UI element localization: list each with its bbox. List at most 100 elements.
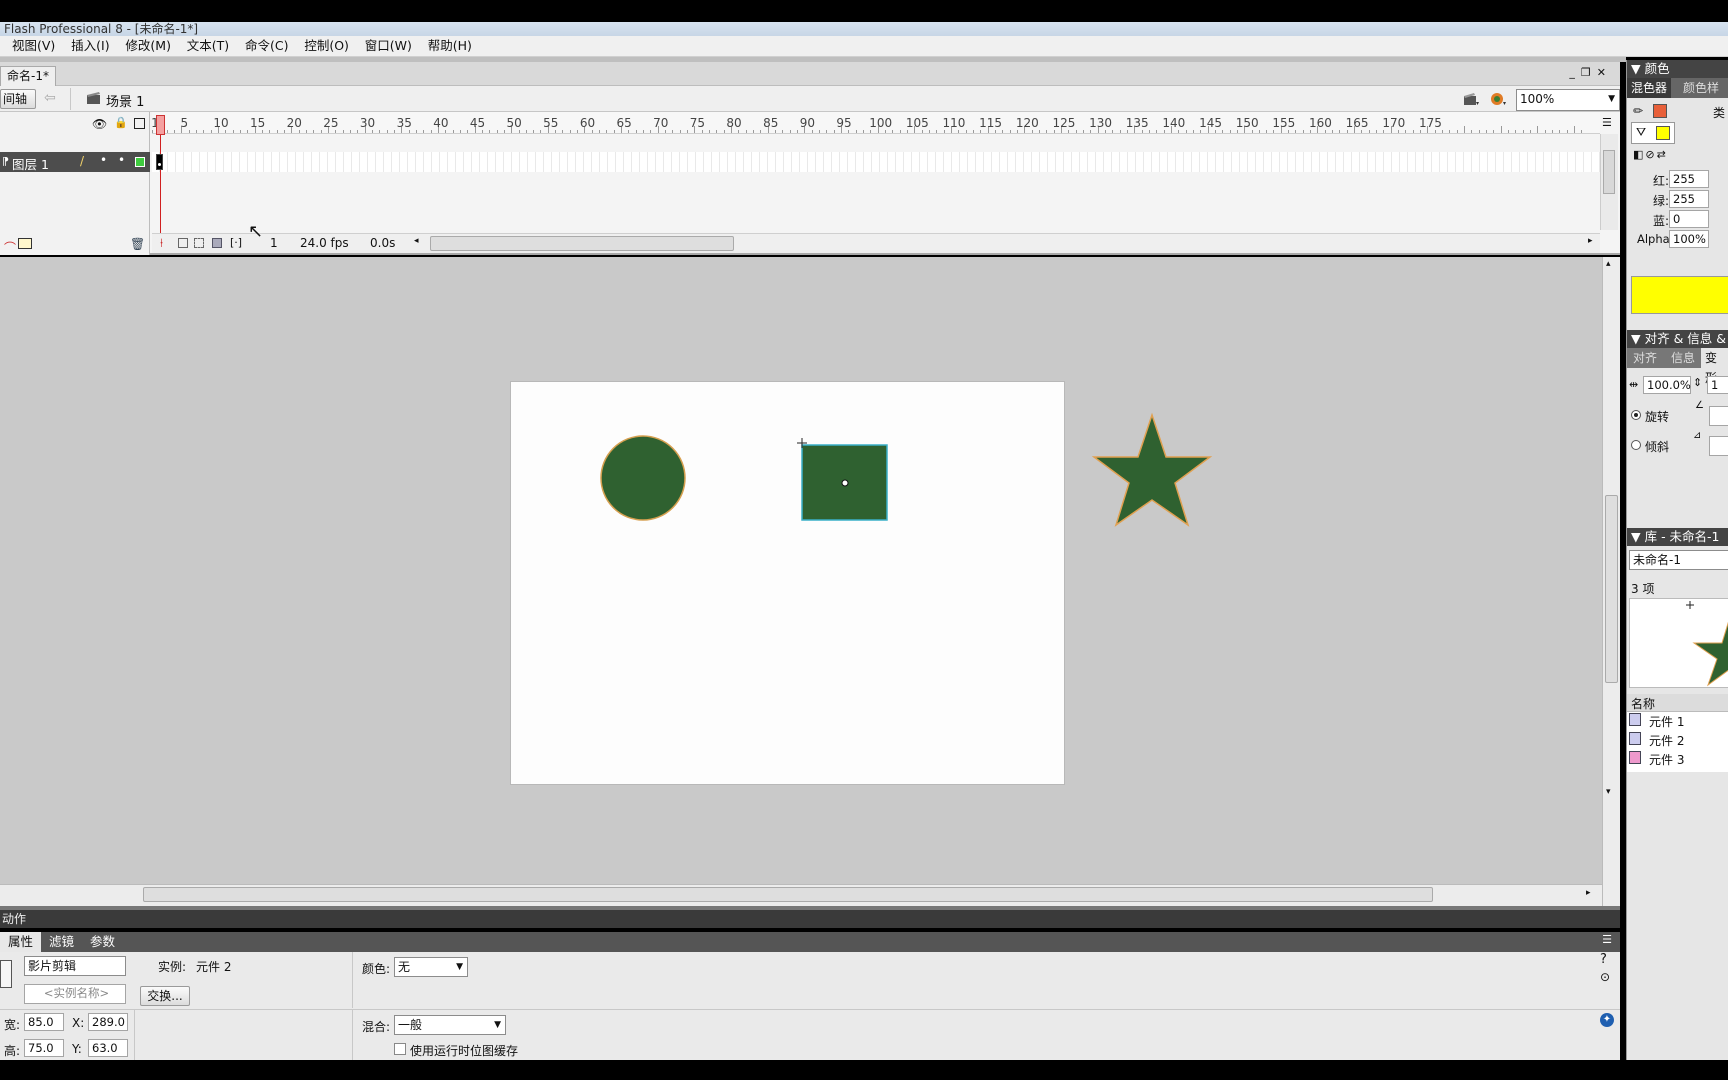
lock-icon[interactable]: 🔒 — [114, 116, 128, 129]
color-effect-select[interactable]: 无 ▼ — [394, 957, 468, 977]
actions-panel-header[interactable]: 动作 — [0, 910, 1620, 928]
instance-name-input[interactable]: <实例名称> — [24, 984, 126, 1004]
document-tab[interactable]: 命名-1* — [0, 66, 56, 86]
keyframe[interactable] — [156, 154, 163, 170]
library-panel-header[interactable]: ▼ 库 - 未命名-1 — [1627, 528, 1728, 546]
skew-input[interactable] — [1709, 436, 1728, 456]
restore-icon[interactable]: ❐ — [1581, 66, 1597, 79]
zoom-select[interactable]: 100% ▼ — [1516, 89, 1620, 111]
lock-dot[interactable]: • — [118, 153, 125, 167]
divider — [70, 88, 71, 110]
green-input[interactable]: 255 — [1669, 190, 1709, 208]
ruler-tick — [811, 130, 813, 133]
ruler-tick — [1581, 130, 1583, 133]
frame-row[interactable] — [152, 152, 1600, 172]
timeline-menu-icon[interactable]: ☰ — [1602, 116, 1612, 129]
accessibility-icon[interactable]: ✦ — [1600, 1013, 1614, 1027]
menu-control[interactable]: 控制(O) — [298, 36, 355, 56]
help-icon[interactable]: ? — [1600, 952, 1607, 967]
tab-filters[interactable]: 滤镜 — [41, 932, 82, 952]
alpha-input[interactable]: 100% — [1669, 230, 1709, 248]
outline-color-square[interactable] — [135, 157, 145, 167]
tab-parameters[interactable]: 参数 — [82, 932, 123, 952]
scroll-left-icon[interactable]: ◂ — [414, 236, 419, 246]
library-item[interactable]: 元件 2 — [1649, 732, 1684, 749]
scale-height-input[interactable]: 1 — [1707, 376, 1728, 394]
add-motion-guide-icon[interactable]: ⌒ — [4, 239, 16, 256]
menu-window[interactable]: 窗口(W) — [359, 36, 418, 56]
visibility-dot[interactable]: • — [100, 153, 107, 167]
library-name-header[interactable]: 名称 — [1627, 694, 1728, 712]
blend-select[interactable]: 一般 ▼ — [394, 1015, 506, 1035]
ruler-label: 165 — [1345, 116, 1369, 130]
onion-markers-icon[interactable]: [·] — [230, 236, 242, 249]
minimize-icon[interactable]: _ — [1569, 66, 1581, 79]
tab-color-mixer[interactable]: 混色器 — [1627, 78, 1672, 98]
delete-layer-icon[interactable]: 🗑 — [130, 237, 145, 251]
library-item[interactable]: 元件 3 — [1649, 751, 1684, 768]
ruler-tick — [1383, 130, 1385, 133]
tab-properties[interactable]: 属性 — [0, 932, 42, 952]
ruler-label: 45 — [469, 116, 486, 130]
skew-radio[interactable] — [1631, 440, 1641, 450]
edit-symbols-icon[interactable] — [1488, 89, 1508, 109]
library-item[interactable]: 元件 1 — [1649, 713, 1684, 730]
swap-button[interactable]: 交换... — [140, 986, 190, 1006]
symbol-type-select[interactable]: 影片剪辑 — [24, 956, 126, 976]
height-input[interactable]: 75.0 — [24, 1039, 64, 1057]
ruler-tick — [870, 130, 872, 133]
ruler-tick — [1222, 130, 1224, 133]
ruler-tick — [994, 130, 996, 133]
stage-area[interactable]: ↖ — [0, 221, 1602, 907]
color-panel-header[interactable]: ▼ 颜色 — [1627, 60, 1728, 78]
close-icon[interactable]: ✕ — [1597, 66, 1612, 79]
tab-info[interactable]: 信息 — [1671, 348, 1695, 368]
insert-folder-icon[interactable] — [18, 238, 32, 249]
rotate-radio[interactable] — [1631, 410, 1641, 420]
ruler-tick — [555, 130, 557, 133]
eye-icon[interactable]: 👁 — [92, 117, 107, 131]
ruler-tick — [921, 130, 923, 133]
width-input[interactable]: 85.0 — [24, 1013, 64, 1031]
onion-skin-icon[interactable] — [178, 238, 188, 248]
rotate-input[interactable] — [1709, 406, 1728, 426]
menu-modify[interactable]: 修改(M) — [119, 36, 177, 56]
timeline-horizontal-thumb[interactable] — [430, 236, 734, 251]
playhead[interactable] — [156, 115, 165, 243]
y-input[interactable]: 63.0 — [88, 1039, 128, 1057]
timeline-vertical-scrollbar[interactable] — [1600, 134, 1618, 230]
tab-align[interactable]: 对齐 — [1633, 348, 1657, 368]
menu-help[interactable]: 帮助(H) — [422, 36, 478, 56]
align-panel-header[interactable]: ▼ 对齐 & 信息 & — [1627, 330, 1728, 348]
x-input[interactable]: 289.0 — [88, 1013, 128, 1031]
fill-color-swatch[interactable] — [1656, 126, 1670, 140]
blue-input[interactable]: 0 — [1669, 210, 1709, 228]
edit-multiple-frames-icon[interactable] — [212, 238, 222, 248]
library-document-select[interactable]: 未命名-1 — [1629, 550, 1728, 570]
bitmap-cache-checkbox[interactable] — [394, 1043, 406, 1055]
onion-outline-icon[interactable] — [194, 238, 204, 248]
scroll-right-icon[interactable]: ▸ — [1588, 236, 1593, 246]
menu-commands[interactable]: 命令(C) — [239, 36, 294, 56]
stage-vertical-scrollbar[interactable]: ▴ ▾ — [1602, 257, 1620, 907]
frame-ruler[interactable]: 1510152025303540455055606570758085909510… — [152, 112, 1600, 134]
panel-menu-icon[interactable]: ☰ — [1602, 933, 1612, 946]
ruler-tick — [577, 130, 579, 133]
swap-colors-icons[interactable]: ◧⊘⇄ — [1633, 148, 1668, 161]
edit-scene-icon[interactable] — [1462, 90, 1480, 108]
menu-text[interactable]: 文本(T) — [181, 36, 235, 56]
back-arrow-icon[interactable]: ⇦ — [44, 90, 56, 106]
menu-view[interactable]: 视图(V) — [6, 36, 61, 56]
center-frame-icon[interactable]: ⍿ — [160, 236, 163, 251]
menu-insert[interactable]: 插入(I) — [65, 36, 115, 56]
tab-color-swatches[interactable]: 颜色样 — [1683, 78, 1719, 98]
scale-width-input[interactable]: 100.0% — [1643, 376, 1691, 394]
fill-selector[interactable]: ⛛ — [1631, 122, 1675, 144]
outline-icon[interactable] — [134, 118, 145, 129]
stage-horizontal-scrollbar[interactable]: ▸ — [0, 884, 1602, 906]
timeline-toggle-button[interactable]: 间轴 — [0, 89, 36, 109]
layer-row[interactable]: ⁋ 图层 1 / • • — [0, 152, 150, 172]
stroke-color-swatch[interactable] — [1653, 104, 1667, 118]
edit-icon[interactable]: ⊙ — [1600, 970, 1610, 984]
red-input[interactable]: 255 — [1669, 170, 1709, 188]
